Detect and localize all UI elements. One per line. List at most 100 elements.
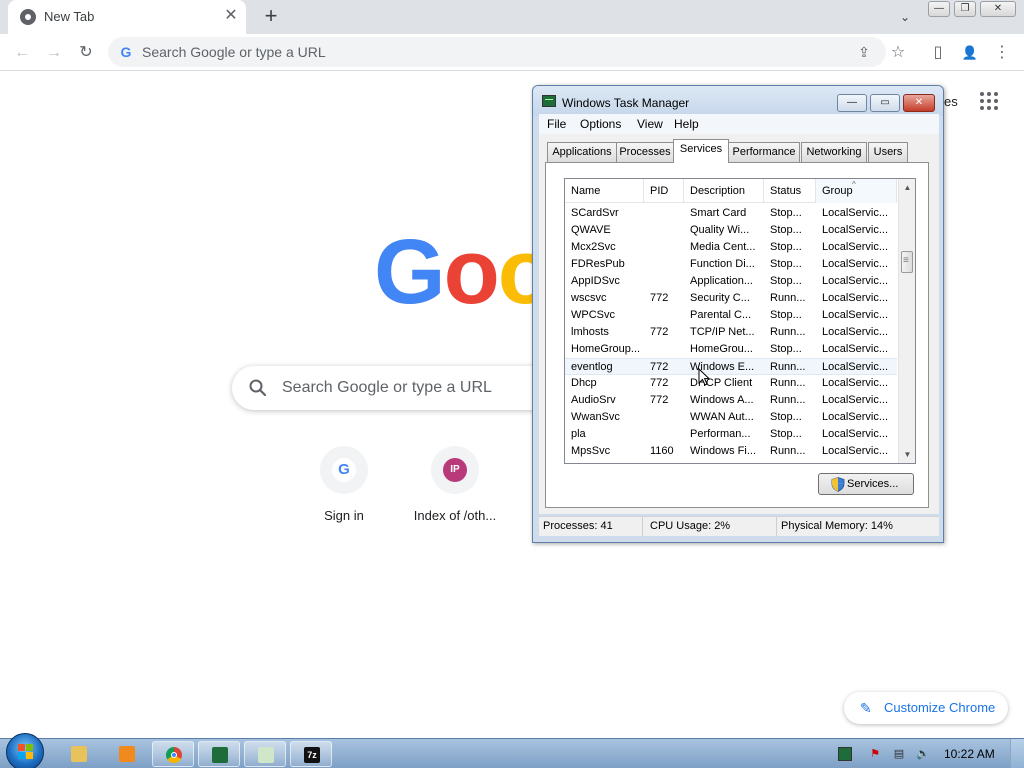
- bookmark-star-icon[interactable]: ☆: [886, 41, 910, 65]
- partial-top-link[interactable]: es: [944, 94, 958, 109]
- shortcut-sign-in[interactable]: G Sign in: [288, 446, 400, 536]
- scroll-down-icon[interactable]: ▼: [899, 446, 915, 463]
- cell-pid: 772: [650, 292, 669, 304]
- cell-description: WWAN Aut...: [690, 411, 754, 423]
- side-panel-icon[interactable]: ▯: [926, 41, 950, 65]
- tab-networking[interactable]: Networking: [801, 142, 867, 162]
- cell-pid: 772: [650, 326, 669, 338]
- table-row[interactable]: pla Performan... Stop... LocalServic...: [565, 426, 897, 443]
- menu-options[interactable]: Options: [580, 117, 621, 131]
- forward-icon[interactable]: →: [42, 41, 66, 65]
- table-row[interactable]: WwanSvc WWAN Aut... Stop... LocalServic...: [565, 409, 897, 426]
- tab-new-tab[interactable]: New Tab ✕: [8, 0, 246, 34]
- tm-minimize-button[interactable]: —: [837, 94, 867, 112]
- taskbar-app-chrome[interactable]: [152, 741, 194, 767]
- cell-status: Stop...: [770, 411, 802, 423]
- profile-icon[interactable]: 👤: [958, 41, 982, 65]
- google-apps-icon[interactable]: [980, 92, 1000, 112]
- taskbar-app-media-player[interactable]: [106, 741, 148, 767]
- folder-icon: [71, 746, 87, 762]
- tm-maximize-button[interactable]: ▭: [870, 94, 900, 112]
- column-name[interactable]: Name: [565, 179, 644, 203]
- share-icon[interactable]: ⇪: [852, 40, 876, 64]
- sort-ascending-icon: ^: [852, 180, 856, 189]
- start-button[interactable]: [6, 733, 44, 768]
- taskbar-app-explorer[interactable]: [58, 741, 100, 767]
- omnibox[interactable]: G ⇪: [108, 37, 886, 67]
- minimize-button[interactable]: —: [928, 1, 950, 17]
- table-row[interactable]: lmhosts 772 TCP/IP Net... Runn... LocalServi…: [565, 324, 897, 341]
- 7zip-icon: 7z: [304, 747, 320, 763]
- customize-chrome-button[interactable]: ✎ Customize Chrome: [844, 692, 1008, 724]
- tab-applications[interactable]: Applications: [547, 142, 617, 162]
- column-description[interactable]: Description: [684, 179, 764, 203]
- column-group[interactable]: Group ^: [816, 179, 897, 203]
- cell-name: wscsvc: [571, 292, 607, 304]
- action-center-flag-icon[interactable]: ⚑: [868, 747, 882, 761]
- volume-icon[interactable]: 🔈: [916, 747, 930, 761]
- tab-close-icon[interactable]: ✕: [222, 7, 240, 25]
- table-row[interactable]: wscsvc 772 Security C... Runn... LocalServic…: [565, 290, 897, 307]
- windows-taskbar: 7z ⚑ ▤ 🔈 10:22 AM: [0, 733, 1024, 768]
- scroll-up-icon[interactable]: ▲: [899, 179, 915, 196]
- table-row[interactable]: QWAVE Quality Wi... Stop... LocalServic...: [565, 222, 897, 239]
- column-pid[interactable]: PID: [644, 179, 684, 203]
- table-row[interactable]: Dhcp 772 DHCP Client Runn... LocalServic...: [565, 375, 897, 392]
- cell-description: Security C...: [690, 292, 750, 304]
- menu-view[interactable]: View: [637, 117, 663, 131]
- services-button-label: Services...: [847, 478, 899, 490]
- google-logo: Goo: [374, 221, 554, 323]
- taskbar-app-7-zip[interactable]: 7z: [290, 741, 332, 767]
- scroll-thumb[interactable]: [901, 251, 913, 273]
- table-row[interactable]: Mcx2Svc Media Cent... Stop... LocalServic..…: [565, 239, 897, 256]
- table-row[interactable]: WPCSvc Parental C... Stop... LocalServic...: [565, 307, 897, 324]
- media-player-icon: [119, 746, 135, 762]
- cell-group: LocalServic...: [822, 361, 889, 373]
- clock[interactable]: 10:22 AM: [944, 747, 995, 761]
- tab-search-icon[interactable]: ⌄: [896, 8, 914, 26]
- reload-icon[interactable]: ↻: [74, 41, 98, 65]
- table-row[interactable]: MpsSvc 1160 Windows Fi... Runn... LocalServi…: [565, 443, 897, 460]
- back-icon[interactable]: ←: [10, 41, 34, 65]
- table-row[interactable]: HomeGroup... HomeGrou... Stop... LocalServi…: [565, 341, 897, 358]
- cell-pid: [650, 205, 682, 222]
- menu-help[interactable]: Help: [674, 117, 699, 131]
- tab-title: New Tab: [44, 9, 95, 24]
- cell-status: Runn...: [770, 445, 806, 457]
- table-row[interactable]: FDResPub Function Di... Stop... LocalServic…: [565, 256, 897, 273]
- vertical-scrollbar[interactable]: ▲ ▼: [898, 179, 915, 463]
- cell-description: Performan...: [690, 428, 751, 440]
- cell-pid: 1160: [650, 445, 674, 457]
- cell-description: Function Di...: [690, 258, 755, 270]
- tab-services[interactable]: Services: [673, 139, 729, 163]
- cell-status: Stop...: [770, 224, 802, 236]
- task-manager-tray-icon[interactable]: [838, 747, 852, 761]
- show-desktop-button[interactable]: [1010, 739, 1024, 768]
- cell-pid: 772: [650, 394, 669, 406]
- screen: { "browser": { "tab": { "title": "New Ta…: [0, 0, 1024, 768]
- omnibox-input[interactable]: [142, 37, 822, 67]
- column-status[interactable]: Status: [764, 179, 816, 203]
- services-list[interactable]: Name PID Description Status Group ^ SCar…: [564, 178, 916, 464]
- tab-performance[interactable]: Performance: [728, 142, 800, 162]
- maximize-button[interactable]: ❐: [954, 1, 976, 17]
- table-row[interactable]: AppIDSvc Application... Stop... LocalServic…: [565, 273, 897, 290]
- taskbar-app-task-manager[interactable]: [198, 741, 240, 767]
- menu-file[interactable]: File: [547, 117, 566, 131]
- close-button[interactable]: ✕: [980, 1, 1016, 17]
- shortcut-index-of[interactable]: IP Index of /oth...: [399, 446, 511, 536]
- mouse-pointer-icon: [698, 368, 710, 386]
- table-row[interactable]: SCardSvr Smart Card Stop... LocalServic...: [565, 205, 897, 222]
- new-tab-button[interactable]: +: [258, 4, 284, 30]
- table-row[interactable]: AudioSrv 772 Windows A... Runn... LocalServi…: [565, 392, 897, 409]
- task-manager-titlebar[interactable]: Windows Task Manager — ▭ ✕: [533, 86, 943, 116]
- tm-close-button[interactable]: ✕: [903, 94, 935, 112]
- taskbar-app-notepad[interactable]: [244, 741, 286, 767]
- table-row[interactable]: eventlog 772 Windows E... Runn... LocalServi…: [565, 358, 897, 375]
- tab-processes[interactable]: Processes: [616, 142, 674, 162]
- tab-users[interactable]: Users: [868, 142, 908, 162]
- services-button[interactable]: Services...: [818, 473, 914, 495]
- network-icon[interactable]: ▤: [892, 747, 906, 761]
- ip-icon: IP: [443, 458, 467, 482]
- chrome-menu-icon[interactable]: ⋮: [990, 41, 1014, 65]
